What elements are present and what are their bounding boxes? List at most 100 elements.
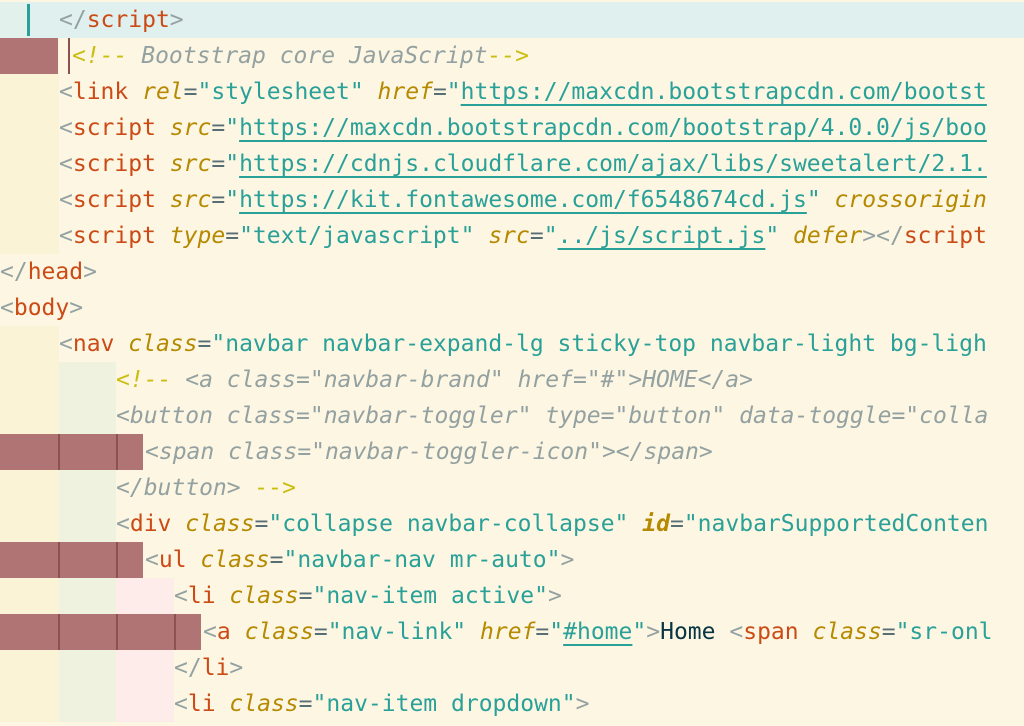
token: > [169,7,184,33]
error-marker-edge [58,542,60,578]
code-editor[interactable]: </script> <!-- Bootstrap core JavaScript… [0,0,1024,726]
token: Home [660,619,730,645]
url-link[interactable]: https://cdnjs.cloudflare.com/ajax/libs/s… [239,151,987,177]
url-link[interactable]: https://maxcdn.bootstrapcdn.com/bootstra… [239,115,987,141]
error-marker-edge [174,614,176,650]
token: div [129,511,172,537]
token: > [547,583,562,609]
token: class [229,691,299,717]
token: > [69,295,84,321]
code-line-12[interactable]: <button class="navbar-toggler" type="but… [0,398,1024,434]
token: = [881,619,896,645]
url-link[interactable]: https://kit.fontawesome.com/f6548674cd.j… [239,187,807,213]
code-line-16[interactable]: <ul class="navbar-nav mr-auto"> [0,542,1024,578]
code-line-13[interactable]: <span class="navbar-toggler-icon"></span… [0,434,1024,470]
token: rel [142,79,184,105]
token: "nav-link" [327,619,467,645]
code-line-8[interactable]: </head> [0,254,1024,290]
token: = [529,223,544,249]
token: ul [158,547,187,573]
token: < [145,547,159,573]
token: --> [254,475,297,501]
code-line-20[interactable]: <li class="nav-item dropdown"> [0,686,1024,722]
error-marker [0,542,143,578]
token: " [225,151,240,177]
token: class [200,547,270,573]
token: = [211,151,226,177]
token: src [488,223,530,249]
code-line-10[interactable]: <nav class="navbar navbar-expand-lg stic… [0,326,1024,362]
token: < [59,151,73,177]
code-line-15[interactable]: <div class="collapse navbar-collapse" id… [0,506,1024,542]
token: span [743,619,799,645]
token: "sr-onl [895,619,993,645]
token: class [185,511,255,537]
code-line-11[interactable]: <!-- <a class="navbar-brand" href="#">HO… [0,362,1024,398]
code-line-3[interactable]: <link rel="stylesheet" href="https://max… [0,74,1024,110]
token: < [116,511,130,537]
token: < [59,79,73,105]
code-line-4[interactable]: <script src="https://maxcdn.bootstrapcdn… [0,110,1024,146]
token: </ [59,7,87,33]
code-line-7[interactable]: <script type="text/javascript" src="../j… [0,218,1024,254]
code-line-2[interactable]: <!-- Bootstrap core JavaScript--> [0,38,1024,74]
token: < [59,331,73,357]
token: < [0,295,14,321]
error-marker [0,434,143,470]
token: > [83,259,97,285]
code-line-18[interactable]: <a class="nav-link" href="#home">Home <s… [0,614,1024,650]
code-line-5[interactable]: <script src="https://cdnjs.cloudflare.co… [0,146,1024,182]
code-line-6[interactable]: <script src="https://kit.fontawesome.com… [0,182,1024,218]
token: class [229,583,299,609]
token: a [216,619,231,645]
error-marker-edge [116,434,118,470]
token: = [269,547,284,573]
token: link [72,79,129,105]
token: " [225,115,240,141]
token: ></ [862,223,904,249]
code-line-1[interactable]: </script> [0,2,1024,38]
code-line-14[interactable]: </button> --> [0,470,1024,506]
token: = [432,79,447,105]
error-marker-edge [68,38,70,74]
url-link[interactable]: ../js/script.js [558,223,766,249]
token: src [169,115,212,141]
token: </button> [116,475,255,501]
token: <span class="navbar-toggler-icon"></span… [145,439,713,465]
token: " [765,223,780,249]
token: < [59,223,73,249]
token: </ [0,259,28,285]
token: "text/javascript" [239,223,475,249]
url-link[interactable]: #home [563,619,632,645]
token: script [86,7,170,33]
token: script [72,151,156,177]
token: = [535,619,550,645]
url-link[interactable]: https://maxcdn.bootstrapcdn.com/bootst [461,79,987,105]
token: class [244,619,314,645]
token: " [549,619,564,645]
token: <!-- [116,367,172,393]
token: class [812,619,882,645]
token: > [575,691,590,717]
code-line-9[interactable]: <body> [0,290,1024,326]
token: body [13,295,70,321]
token: "stylesheet" [197,79,364,105]
token: " [225,187,240,213]
token: = [183,79,198,105]
code-line-17[interactable]: <li class="nav-item active"> [0,578,1024,614]
token: script [72,223,156,249]
token: <button class="navbar-toggler" type="but… [116,403,989,429]
token: " [543,223,558,249]
code-line-19[interactable]: </li> [0,650,1024,686]
token: src [169,151,212,177]
error-marker-edge [58,614,60,650]
token: " [632,619,647,645]
